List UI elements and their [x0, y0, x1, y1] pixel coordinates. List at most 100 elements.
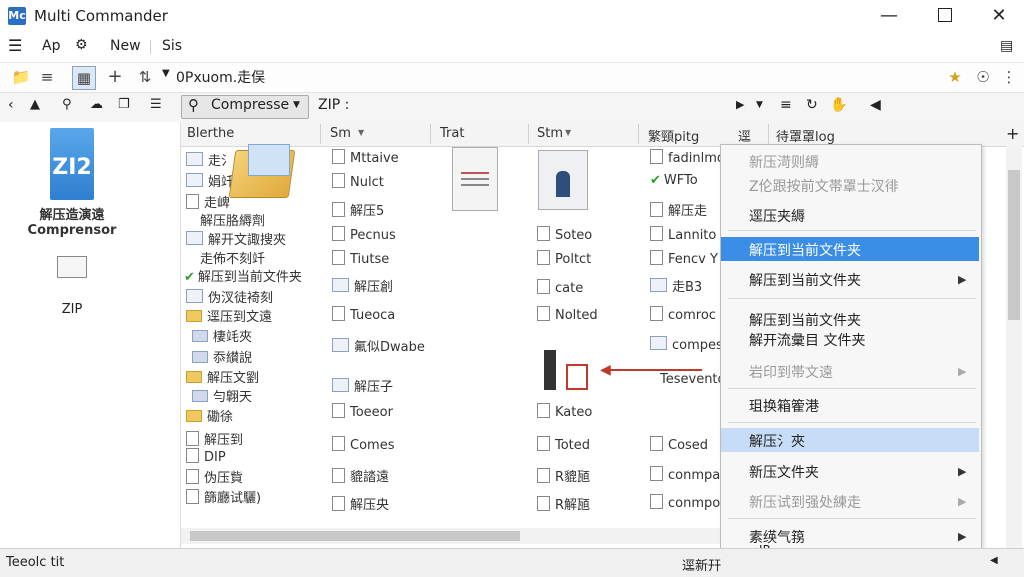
path-label[interactable]: 0Pxuom.走俣 — [176, 67, 265, 87]
list-item[interactable]: conmpa — [650, 466, 720, 483]
list-item[interactable]: 篩廳试驪) — [186, 487, 261, 506]
list-icon[interactable]: ☰ — [150, 97, 162, 112]
list-item[interactable]: Kateo — [537, 403, 592, 420]
list-item[interactable]: 貔誻遠 — [332, 466, 389, 485]
list-item[interactable]: ✔ 解压到当前文件夹 — [184, 266, 302, 285]
hand-icon[interactable]: ✋ — [830, 97, 847, 113]
status-arrow-icon[interactable]: ◀ — [990, 555, 998, 566]
list-item[interactable]: 走B3 — [650, 276, 702, 295]
scroll-thumb[interactable] — [1008, 170, 1020, 320]
list-item[interactable]: Soteo — [537, 226, 592, 243]
menu-app[interactable]: Ap — [42, 38, 60, 54]
list-item[interactable]: 氟似Dwabe — [332, 336, 425, 355]
zip-file-icon[interactable]: ZI2 — [50, 128, 94, 200]
context-menu-item[interactable]: 岩印到帯文遠 — [749, 362, 833, 382]
list-item[interactable]: Toted — [537, 436, 590, 453]
speaker-icon[interactable]: ◀ — [870, 97, 881, 113]
context-menu-item[interactable]: 解开流彙目 文件夹 — [749, 330, 865, 350]
list-item[interactable]: 解压胳縟劑 — [200, 210, 265, 229]
document-thumbnail[interactable] — [452, 147, 498, 211]
list-item[interactable]: Poltct — [537, 250, 591, 267]
image-thumbnail[interactable] — [538, 150, 588, 210]
play-icon[interactable]: ▶ — [736, 98, 744, 111]
list-item[interactable]: 解压子 — [332, 376, 393, 395]
col-date[interactable]: 繁頸pitg — [648, 126, 699, 145]
cloud-icon[interactable]: ☁ — [90, 97, 103, 112]
list-item[interactable]: Nolted — [537, 306, 598, 323]
settings-icon[interactable]: ▤ — [1000, 38, 1013, 54]
list-item[interactable]: 伪汊徒裿刻 — [186, 287, 273, 306]
chevron-down-icon-2[interactable]: ▼ — [756, 100, 763, 110]
gear-icon[interactable]: ⚙ — [75, 37, 88, 53]
col-log[interactable]: 待罩罩log — [776, 126, 835, 145]
chevron-down-icon[interactable]: ▼ — [162, 68, 170, 79]
list-item[interactable]: Pecnus — [332, 226, 396, 243]
list-item[interactable]: conmpo — [650, 494, 720, 511]
list-item[interactable]: Lannito — [650, 226, 716, 243]
add-column-icon[interactable]: + — [1006, 124, 1019, 143]
archive-icon[interactable] — [538, 332, 594, 396]
context-menu-item[interactable]: Z伦跟按前文帯罩士汊徘 — [749, 176, 899, 196]
menu-new[interactable]: New — [110, 38, 141, 54]
list-item[interactable]: 解压5 — [332, 200, 384, 219]
list-item[interactable]: 走佈不刻竏 — [200, 248, 265, 267]
folder-outline-icon[interactable] — [57, 256, 87, 278]
horizontal-scroll-thumb[interactable] — [190, 531, 520, 541]
search-small-icon[interactable]: ⚲ — [62, 97, 72, 112]
tree-icon[interactable]: ≡ — [36, 66, 58, 88]
list-item[interactable]: Cosed — [650, 436, 708, 453]
list-item[interactable]: Mttaive — [332, 149, 399, 166]
list-item[interactable]: Tueoca — [332, 306, 395, 323]
list-item[interactable]: 棲竓夾 — [192, 326, 252, 345]
col-name[interactable]: Blerthe — [187, 126, 234, 141]
list-item[interactable]: comroc — [650, 306, 716, 323]
list-item[interactable]: cate — [537, 279, 583, 296]
col-attr[interactable]: 逕 — [738, 126, 751, 145]
context-menu-item-hover[interactable]: 解压氵夾 — [749, 431, 805, 451]
list-item[interactable]: 解压到 — [186, 429, 243, 448]
list-item[interactable]: Nulct — [332, 173, 384, 190]
context-menu-item[interactable]: 解压到当前文件夹 — [749, 270, 861, 290]
list-item[interactable]: ✔ WFTo — [650, 173, 698, 188]
list-item[interactable]: DIP — [186, 448, 226, 465]
more-icon[interactable]: ⋮ — [998, 66, 1020, 88]
menu-list-icon[interactable]: ☰ — [8, 36, 22, 55]
list-item[interactable]: Comes — [332, 436, 394, 453]
folder-icon[interactable]: 📁 — [10, 66, 32, 88]
star-icon[interactable]: ★ — [944, 66, 966, 88]
nav-icon[interactable]: ▲ — [30, 97, 40, 112]
list-item[interactable]: 走氵 — [186, 150, 234, 169]
list-item[interactable]: R解瓸 — [537, 494, 590, 513]
add-icon[interactable]: + — [104, 66, 126, 88]
list-item[interactable]: Fencv Y — [650, 250, 718, 267]
minimize-button[interactable]: — — [862, 0, 916, 32]
menu-sis[interactable]: Sis — [162, 38, 182, 54]
context-menu-item[interactable]: 珇换箱篧港 — [749, 396, 819, 416]
bulb-icon[interactable]: ☉ — [972, 66, 994, 88]
list-item[interactable]: 娟竏 — [186, 171, 234, 190]
context-menu-item[interactable]: 解压到当前文件夹 — [749, 310, 861, 330]
list-item[interactable]: 解压文劉 — [186, 367, 259, 386]
maximize-button[interactable] — [918, 0, 972, 32]
col-size[interactable]: Sm — [330, 126, 351, 141]
col-stm[interactable]: Stm — [537, 126, 563, 141]
close-button[interactable]: ✕ — [972, 0, 1024, 32]
list-item[interactable]: 逕压到文遠 — [186, 306, 272, 325]
view-icon[interactable]: ▦ — [72, 66, 96, 90]
list-item[interactable]: 解压創 — [332, 276, 393, 295]
list-item[interactable]: R貔瓸 — [537, 466, 590, 485]
context-menu-item-selected[interactable]: 解压到当前文件夹 — [749, 240, 861, 260]
sort-icon[interactable]: ⇅ — [134, 66, 156, 88]
refresh-icon[interactable]: ↻ — [806, 97, 818, 113]
list-item[interactable]: 解压央 — [332, 494, 389, 513]
copy-icon[interactable]: ❐ — [118, 97, 130, 112]
list-item[interactable]: compes — [650, 336, 723, 353]
list-item[interactable]: 解压走 — [650, 200, 707, 219]
list-item[interactable]: 解开文諏搜夾 — [186, 229, 286, 248]
list-item[interactable]: 忝纉誽 — [192, 347, 252, 366]
filter-icon[interactable]: ≡ — [780, 97, 792, 113]
zip-path[interactable]: ZIP : — [318, 97, 349, 113]
col-type[interactable]: Trat — [440, 126, 464, 141]
list-item[interactable]: Toeeor — [332, 403, 393, 420]
list-item[interactable]: 磡徐 — [186, 406, 233, 425]
